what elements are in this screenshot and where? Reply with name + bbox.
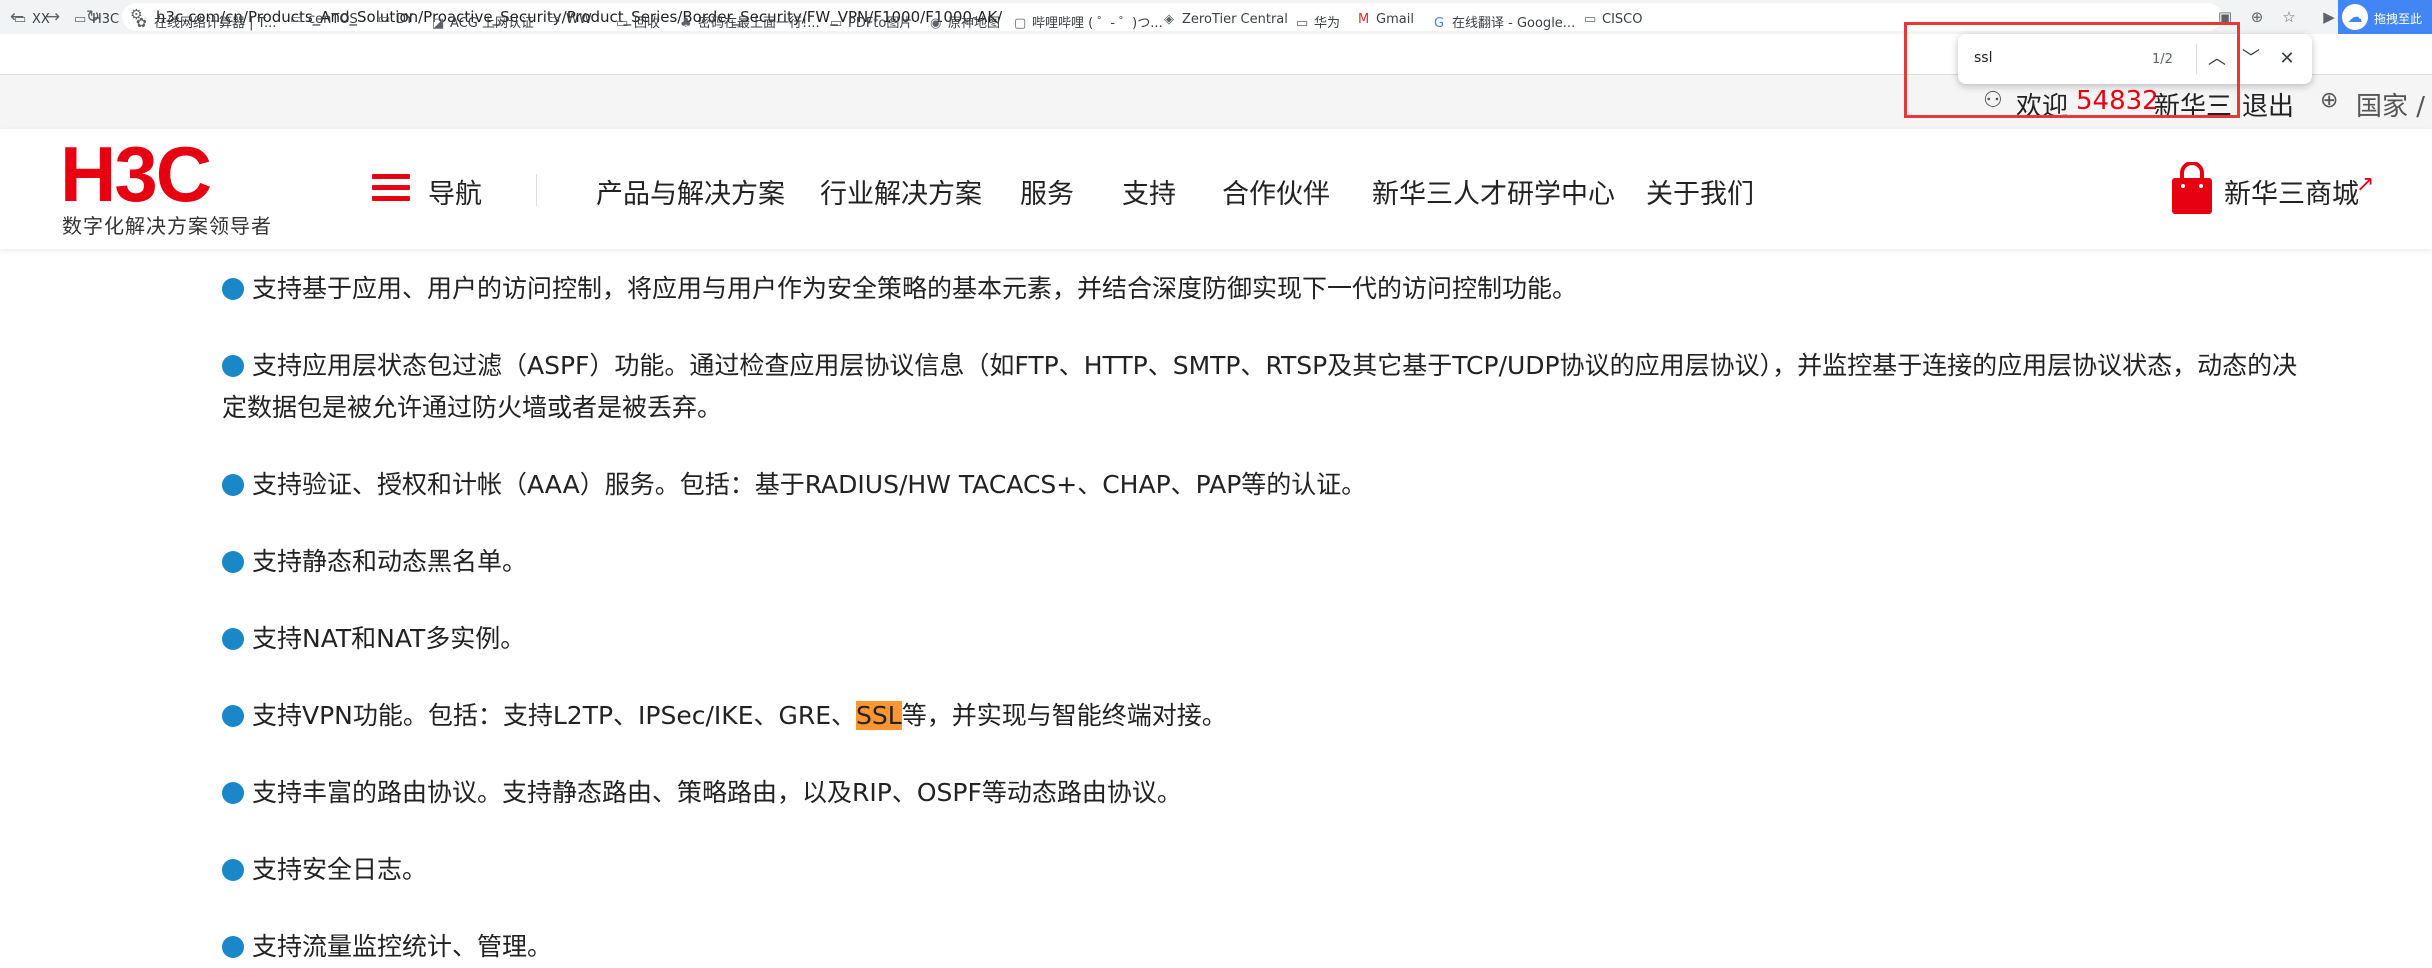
menu-products[interactable]: 产品与解决方案	[596, 172, 785, 211]
feature-item: 支持应用层状态包过滤（ASPF）功能。通过检查应用层协议信息（如FTP、HTTP…	[222, 351, 2298, 422]
feature-item: 支持安全日志。	[222, 849, 2322, 891]
bookmark-item[interactable]: ▭ XX	[14, 12, 50, 27]
feature-item: 支持基于应用、用户的访问控制，将应用与用户作为安全策略的基本元素，并结合深度防御…	[222, 268, 2322, 310]
shopping-bag-icon[interactable]	[2170, 162, 2214, 214]
logout-link[interactable]: 退出	[2242, 86, 2294, 123]
gear-icon: ✿	[136, 16, 147, 31]
menu-talent-center[interactable]: 新华三人才研学中心	[1372, 172, 1615, 211]
menu-industry[interactable]: 行业解决方案	[820, 172, 982, 211]
bookmark-item[interactable]: ▭ PDFto图片	[830, 12, 912, 31]
bullet-icon	[222, 474, 244, 496]
bookmark-item[interactable]: M Gmail	[1358, 12, 1414, 27]
tv-icon: ▢	[1014, 16, 1027, 31]
feature-item: 支持静态和动态黑名单。	[222, 541, 2322, 583]
bookmark-item[interactable]: ◉ 原神地图	[930, 12, 1000, 31]
close-icon[interactable]: ✕	[2272, 44, 2302, 74]
menu-service[interactable]: 服务	[1020, 172, 1074, 211]
folder-icon: ▭	[1584, 12, 1597, 27]
logo-slogan: 数字化解决方案领导者	[62, 214, 272, 238]
folder-icon: ▭	[74, 12, 87, 27]
annotation-box	[1904, 22, 2240, 118]
bullet-icon	[222, 936, 244, 958]
bullet-icon	[222, 355, 244, 377]
bookmark-item[interactable]: ▭ H3C	[74, 12, 119, 27]
menu-partners[interactable]: 合作伙伴	[1222, 172, 1330, 211]
folder-icon: ▭	[548, 12, 561, 27]
folder-icon: ▭	[1296, 16, 1309, 31]
nav-toggle-label[interactable]: 导航	[428, 172, 482, 211]
external-link-icon[interactable]: ↗	[2356, 172, 2374, 197]
folder-icon: ▭	[830, 16, 843, 31]
h3c-logo[interactable]: H3C	[60, 134, 212, 214]
menu-about[interactable]: 关于我们	[1646, 172, 1754, 211]
globe-icon[interactable]: ⊕	[2320, 88, 2338, 113]
bullet-icon	[222, 628, 244, 650]
folder-icon: ▭	[378, 12, 391, 27]
nav-divider	[536, 174, 537, 206]
zoom-icon[interactable]: ⊕	[2246, 6, 2268, 28]
site-icon: ◉	[930, 16, 942, 31]
bookmark-item[interactable]: ◈ ZeroTier Central	[1164, 12, 1288, 27]
bookmark-item[interactable]: ▭ cenTOS	[290, 12, 358, 27]
bookmark-item[interactable]: ▭ WW	[548, 12, 592, 27]
bookmark-star-icon[interactable]: ☆	[2278, 6, 2300, 28]
bookmark-item[interactable]: ▭ 回收	[616, 12, 660, 31]
media-icon[interactable]: ▶	[2318, 6, 2340, 28]
bullet-icon	[222, 705, 244, 727]
bookmark-item[interactable]: ✿ 在线网络计算器 | T...	[136, 12, 276, 31]
bookmark-item[interactable]: ◪ ACG 上网认证	[432, 12, 534, 31]
mall-link[interactable]: 新华三商城	[2224, 172, 2359, 211]
bookmark-item[interactable]: G 在线翻译 - Google...	[1434, 12, 1575, 31]
bookmark-item[interactable]: ♣ 密码在最上面一行!...	[680, 12, 820, 31]
menu-support[interactable]: 支持	[1122, 172, 1176, 211]
bullet-icon	[222, 782, 244, 804]
bookmark-item[interactable]: ▭ CISCO	[1584, 12, 1642, 27]
country-selector[interactable]: 国家 /	[2356, 86, 2425, 123]
site-icon: ◪	[432, 16, 445, 31]
site-header	[0, 129, 2432, 249]
folder-icon: ▭	[14, 12, 27, 27]
feature-item: 支持验证、授权和计帐（AAA）服务。包括：基于RADIUS/HW TACACS+…	[222, 464, 2322, 506]
gmail-icon: M	[1358, 12, 1370, 27]
feature-item: 支持NAT和NAT多实例。	[222, 618, 2322, 660]
chevron-down-icon[interactable]: ﹀	[2236, 44, 2266, 74]
site-icon: ◈	[1164, 12, 1174, 27]
bookmark-item[interactable]: ▢ 哔哩哔哩 ( ゜- ゜)つ...	[1014, 12, 1163, 31]
hamburger-icon[interactable]	[372, 172, 412, 204]
bookmark-item[interactable]: ▭ DY	[378, 12, 413, 27]
tree-icon: ♣	[680, 16, 692, 31]
find-highlight: SSL	[856, 701, 902, 730]
bullet-icon	[222, 278, 244, 300]
bullet-icon	[222, 859, 244, 881]
folder-icon: ▭	[616, 16, 629, 31]
feature-item: 支持丰富的路由协议。支持静态路由、策略路由，以及RIP、OSPF等动态路由协议。	[222, 772, 2322, 814]
folder-icon: ▭	[290, 12, 303, 27]
feature-item: 支持流量监控统计、管理。	[222, 926, 2322, 968]
bookmark-item[interactable]: ▭ 华为	[1296, 12, 1340, 31]
extension-label[interactable]: 拖拽至此	[2374, 10, 2422, 27]
google-icon: G	[1434, 16, 1445, 31]
feature-item: 支持VPN功能。包括：支持L2TP、IPSec/IKE、GRE、SSL等，并实现…	[222, 695, 2322, 737]
baidu-cloud-icon[interactable]: ☁	[2342, 4, 2368, 30]
bullet-icon	[222, 551, 244, 573]
